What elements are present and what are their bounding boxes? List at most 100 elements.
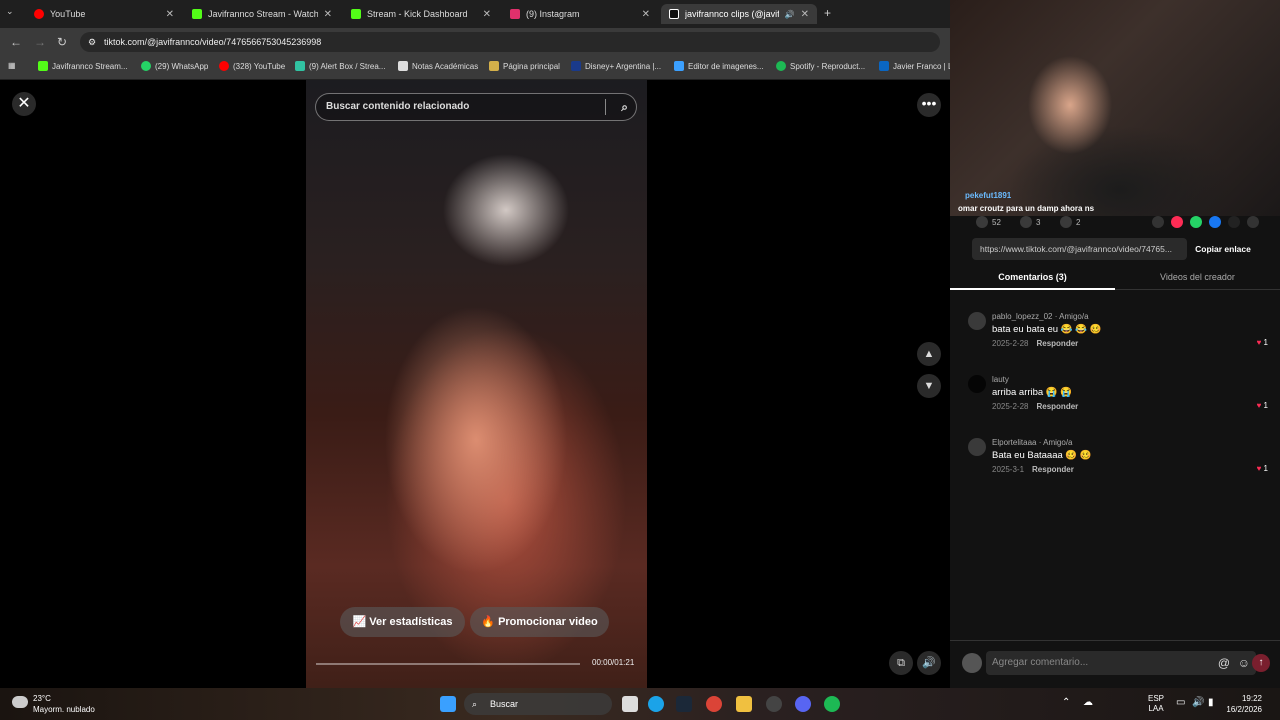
edge-icon[interactable] <box>648 696 664 712</box>
avatar[interactable] <box>968 312 986 330</box>
x-icon[interactable] <box>1228 216 1240 228</box>
mention-icon[interactable]: @ <box>1218 651 1230 675</box>
comment-username[interactable]: lauty <box>992 375 1009 384</box>
close-tab-icon[interactable]: ✕ <box>483 9 491 20</box>
clock-app-icon[interactable] <box>766 696 782 712</box>
close-tab-icon[interactable]: ✕ <box>324 9 332 20</box>
bookmark-label: Javifrannco Stream... <box>52 61 128 71</box>
avatar[interactable] <box>968 375 986 393</box>
miniplayer-icon[interactable]: ⧉ <box>889 651 913 675</box>
close-tab-icon[interactable]: ✕ <box>801 9 809 20</box>
spotify-icon[interactable] <box>824 696 840 712</box>
reply-button[interactable]: Responder <box>1036 339 1078 348</box>
disney-icon <box>571 61 581 71</box>
save-stat[interactable]: 2 <box>1060 216 1080 228</box>
volume-icon[interactable]: 🔊 <box>917 651 941 675</box>
copy-link-button[interactable]: Copiar enlace <box>1188 238 1258 260</box>
close-icon[interactable]: ✕ <box>12 92 36 116</box>
facebook-icon[interactable] <box>1209 216 1221 228</box>
video-link-field[interactable]: https://www.tiktok.com/@javifrannco/vide… <box>972 238 1187 260</box>
bookmark-label: Spotify - Reproduct... <box>790 61 866 71</box>
forward-icon[interactable]: → <box>34 35 46 49</box>
comments-panel: 52 3 2 https://www.tiktok.com/@javifrann… <box>950 216 1280 688</box>
comment-like[interactable]: ♥ 1 <box>1257 401 1268 410</box>
file-explorer-icon[interactable] <box>736 696 752 712</box>
volume-icon[interactable]: 🔊 <box>1192 697 1204 708</box>
bookmark-item[interactable]: Disney+ Argentina |... <box>571 61 661 71</box>
bookmark-item[interactable]: Página principal <box>489 61 560 71</box>
network-icon[interactable]: ▭ <box>1176 697 1185 708</box>
speaker-icon[interactable]: 🔊 <box>785 10 795 19</box>
search-input[interactable]: Buscar contenido relacionado ⌕ <box>315 93 637 121</box>
like-stat[interactable]: 52 <box>976 216 1001 228</box>
comment-username[interactable]: Elportelitaaa · Amigo/a <box>992 438 1073 447</box>
whatsapp-icon[interactable] <box>1190 216 1202 228</box>
back-icon[interactable]: ← <box>10 35 22 49</box>
video-player[interactable]: Buscar contenido relacionado ⌕ 📈 Ver est… <box>306 80 647 688</box>
clock[interactable]: 19:22 16/2/2026 <box>1212 693 1262 715</box>
kick-icon <box>351 9 361 19</box>
lang-indicator[interactable]: ESP LAA <box>1148 694 1164 714</box>
bookmark-item[interactable]: Notas Académicas <box>398 61 478 71</box>
promote-video-label: Promocionar video <box>498 616 598 628</box>
comment-like[interactable]: ♥ 1 <box>1257 338 1268 347</box>
reply-button[interactable]: Responder <box>1032 465 1074 474</box>
promote-video-button[interactable]: 🔥 Promocionar video <box>470 607 609 637</box>
tab-instagram[interactable]: (9) Instagram ✕ <box>502 4 658 24</box>
taskbar-search[interactable]: ⌕ Buscar <box>464 693 612 715</box>
new-tab-button[interactable]: + <box>824 6 831 20</box>
active-tab-indicator <box>950 288 1115 290</box>
bookmark-item[interactable]: (29) WhatsApp <box>141 61 208 71</box>
comment-item: pablo_lopezz_02 · Amigo/a bata eu bata e… <box>968 312 1268 362</box>
close-tab-icon[interactable]: ✕ <box>166 9 174 20</box>
image-icon <box>489 61 499 71</box>
reply-button[interactable]: Responder <box>1036 402 1078 411</box>
embed-icon[interactable] <box>1152 216 1164 228</box>
comment-like[interactable]: ♥ 1 <box>1257 464 1268 473</box>
tab-youtube[interactable]: YouTube ✕ <box>26 4 182 24</box>
comment-icon <box>1020 216 1032 228</box>
share-icon[interactable] <box>1247 216 1259 228</box>
comment-stat[interactable]: 3 <box>1020 216 1040 228</box>
bookmark-item[interactable]: Javier Franco | Li <box>879 61 954 71</box>
bookmark-item[interactable]: Spotify - Reproduct... <box>776 61 865 71</box>
emoji-icon[interactable]: ☺ <box>1238 651 1250 675</box>
steam-icon[interactable] <box>676 696 692 712</box>
tab-label: YouTube <box>50 9 86 19</box>
site-info-icon[interactable]: ⚙ <box>88 32 96 52</box>
bookmark-item[interactable]: (9) Alert Box / Strea... <box>295 61 385 71</box>
tab-kick-dashboard[interactable]: Stream - Kick Dashboard ✕ <box>343 4 499 24</box>
previous-video-icon[interactable]: ▲ <box>917 342 941 366</box>
tab-kick-stream[interactable]: Javifrannco Stream - Watch Live ✕ <box>184 4 340 24</box>
comment-input[interactable]: Agregar comentario... @ ☺ <box>986 651 1256 675</box>
tab-tiktok[interactable]: javifrannco clips (@javifrannco) 🔊 ✕ <box>661 4 817 24</box>
bookmark-item[interactable]: Editor de imagenes... <box>674 61 764 71</box>
search-icon[interactable]: ⌕ <box>621 94 628 120</box>
bookmark-item[interactable]: Javifrannco Stream... <box>38 61 128 71</box>
reload-icon[interactable]: ↻ <box>57 35 67 49</box>
task-view-icon[interactable] <box>622 696 638 712</box>
lang-layout: LAA <box>1148 704 1164 713</box>
tab-creator-videos[interactable]: Videos del creador <box>1115 272 1280 290</box>
address-bar: ← → ↻ ⚙ tiktok.com/@javifrannco/video/74… <box>0 28 950 56</box>
close-tab-icon[interactable]: ✕ <box>642 9 650 20</box>
bookmark-item[interactable]: (328) YouTube <box>219 61 285 71</box>
avatar[interactable] <box>968 438 986 456</box>
start-icon[interactable] <box>440 696 456 712</box>
onedrive-icon[interactable]: ☁ <box>1083 697 1093 708</box>
apps-grid-icon[interactable]: ▦ <box>8 61 16 70</box>
send-icon[interactable] <box>1171 216 1183 228</box>
tab-label: Stream - Kick Dashboard <box>367 9 468 19</box>
url-field[interactable]: ⚙ tiktok.com/@javifrannco/video/74765667… <box>80 32 940 52</box>
view-stats-button[interactable]: 📈 Ver estadísticas <box>340 607 465 637</box>
progress-bar[interactable] <box>316 663 580 665</box>
next-video-icon[interactable]: ▼ <box>917 374 941 398</box>
more-options-icon[interactable]: ••• <box>917 93 941 117</box>
tab-list-icon[interactable]: ⌄ <box>6 6 14 17</box>
search-icon: ⌕ <box>472 699 478 709</box>
chrome-icon[interactable] <box>706 696 722 712</box>
discord-icon[interactable] <box>795 696 811 712</box>
comment-username[interactable]: pablo_lopezz_02 · Amigo/a <box>992 312 1089 321</box>
tray-chevron-icon[interactable]: ⌃ <box>1062 697 1070 708</box>
send-comment-icon[interactable]: ↑ <box>1252 654 1270 672</box>
